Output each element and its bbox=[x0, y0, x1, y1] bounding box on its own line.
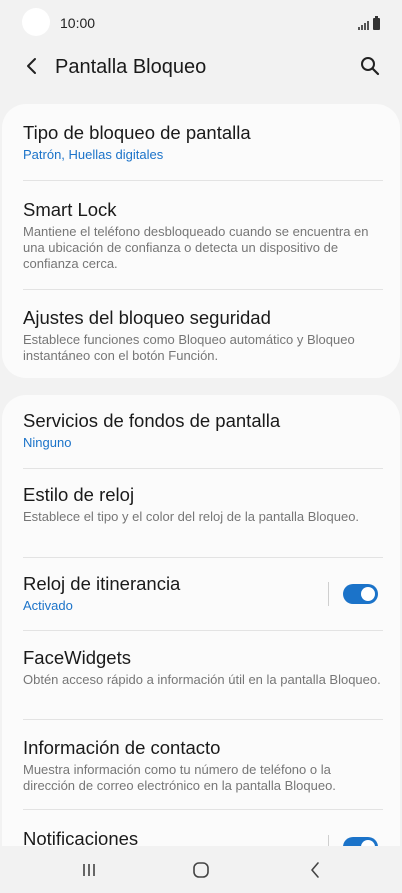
item-subtitle: Establece el tipo y el color del reloj d… bbox=[23, 509, 360, 524]
item-facewidgets[interactable]: FaceWidgets Obtén acceso rápido a inform… bbox=[23, 647, 383, 688]
home-icon bbox=[193, 862, 209, 878]
divider bbox=[23, 289, 383, 290]
item-title: Información de contacto bbox=[23, 737, 221, 758]
page-title: Pantalla Bloqueo bbox=[55, 56, 207, 78]
item-title: Smart Lock bbox=[23, 199, 117, 220]
divider bbox=[23, 809, 383, 810]
back-arrow-icon bbox=[27, 58, 36, 74]
item-title: Ajustes del bloqueo seguridad bbox=[23, 307, 271, 328]
home-button[interactable] bbox=[186, 858, 216, 882]
nav-back-button[interactable] bbox=[300, 858, 330, 882]
status-time: 10:00 bbox=[60, 15, 96, 31]
item-title: Tipo de bloqueo de pantalla bbox=[23, 122, 251, 143]
item-subtitle: Patrón, Huellas digitales bbox=[23, 147, 164, 162]
item-smart-lock[interactable]: Smart Lock Mantiene el teléfono desbloqu… bbox=[23, 199, 383, 272]
item-secure-lock-settings[interactable]: Ajustes del bloqueo seguridad Establece … bbox=[23, 307, 383, 364]
divider bbox=[23, 557, 383, 558]
item-wallpaper-services[interactable]: Servicios de fondos de pantalla Ninguno bbox=[23, 410, 383, 451]
settings-card-security: Tipo de bloqueo de pantalla Patrón, Huel… bbox=[2, 104, 400, 378]
item-roaming-clock[interactable]: Reloj de itinerancia Activado bbox=[23, 573, 313, 614]
signal-icon bbox=[358, 21, 369, 30]
status-icons bbox=[358, 16, 380, 30]
item-clock-style[interactable]: Estilo de reloj Establece el tipo y el c… bbox=[23, 484, 383, 525]
item-screen-lock-type[interactable]: Tipo de bloqueo de pantalla Patrón, Huel… bbox=[23, 122, 383, 163]
item-title: Reloj de itinerancia bbox=[23, 573, 181, 594]
item-subtitle: Activado bbox=[23, 598, 73, 613]
item-title: Servicios de fondos de pantalla bbox=[23, 410, 281, 431]
nav-back-icon bbox=[311, 862, 319, 878]
divider bbox=[23, 630, 383, 631]
recents-button[interactable] bbox=[74, 858, 104, 882]
item-subtitle: Mantiene el teléfono desbloqueado cuando… bbox=[23, 224, 369, 271]
divider bbox=[23, 719, 383, 720]
divider bbox=[23, 180, 383, 181]
item-subtitle: Obtén acceso rápido a información útil e… bbox=[23, 672, 381, 687]
item-subtitle: Ninguno bbox=[23, 435, 72, 450]
settings-card-display: Servicios de fondos de pantalla Ninguno … bbox=[2, 395, 400, 893]
toggle-separator bbox=[328, 582, 329, 606]
item-subtitle: Muestra información como tu número de te… bbox=[23, 762, 336, 793]
app-bar: Pantalla Bloqueo bbox=[0, 48, 402, 88]
item-title: Estilo de reloj bbox=[23, 484, 135, 505]
divider bbox=[23, 468, 383, 469]
toggle-knob bbox=[361, 587, 375, 601]
status-bar: 10:00 bbox=[0, 0, 402, 48]
search-icon bbox=[361, 57, 380, 76]
roaming-clock-toggle[interactable] bbox=[343, 584, 378, 604]
camera-cutout bbox=[22, 8, 50, 36]
navigation-bar bbox=[0, 846, 402, 893]
recents-icon bbox=[83, 864, 95, 876]
item-subtitle: Establece funciones como Bloqueo automát… bbox=[23, 332, 355, 363]
item-contact-info[interactable]: Información de contacto Muestra informac… bbox=[23, 737, 383, 794]
search-button[interactable] bbox=[358, 54, 382, 78]
item-title: FaceWidgets bbox=[23, 647, 131, 668]
back-button[interactable] bbox=[20, 54, 44, 78]
battery-icon bbox=[373, 16, 380, 30]
